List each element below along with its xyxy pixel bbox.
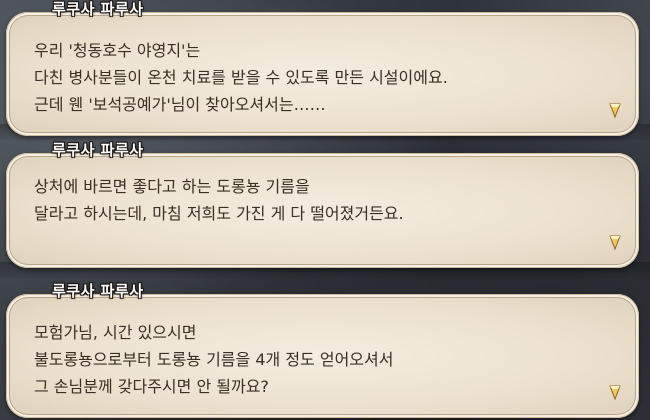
dialogue-box[interactable]: 루쿠사 파루사 모험가님, 시간 있으시면 불도롱뇽으로부터 도롱뇽 기름을 4… [6, 282, 639, 418]
dialogue-box[interactable]: 루쿠사 파루사 우리 '청동호수 야영지'는 다친 병사분들이 온천 치료를 받… [6, 0, 639, 136]
dialogue-line: 모험가님, 시간 있으시면 [34, 323, 197, 342]
dialogue-bubble[interactable]: 모험가님, 시간 있으시면 불도롱뇽으로부터 도롱뇽 기름을 4개 정도 얻어오… [6, 294, 639, 418]
dialogue-line: 달라고 하시는데, 마침 저희도 가진 게 다 떨어졌거든요. [34, 204, 404, 223]
dialogue-line: 우리 '청동호수 야영지'는 [34, 41, 201, 60]
dialogue-bubble[interactable]: 우리 '청동호수 야영지'는 다친 병사분들이 온천 치료를 받을 수 있도록 … [6, 12, 639, 136]
dialogue-line: 다친 병사분들이 온천 치료를 받을 수 있도록 만든 시설이에요. [34, 68, 448, 87]
dialogue-bubble[interactable]: 상처에 바르면 좋다고 하는 도롱뇽 기름을 달라고 하시는데, 마침 저희도 … [6, 153, 639, 268]
speaker-name: 루쿠사 파루사 [52, 141, 144, 159]
speaker-name: 루쿠사 파루사 [52, 0, 144, 18]
dialogue-line: 상처에 바르면 좋다고 하는 도롱뇽 기름을 [34, 177, 310, 196]
gem-next-icon[interactable] [609, 384, 621, 400]
speaker-name: 루쿠사 파루사 [52, 282, 144, 300]
dialogue-text: 모험가님, 시간 있으시면 불도롱뇽으로부터 도롱뇽 기름을 4개 정도 얻어오… [34, 319, 599, 400]
gem-next-icon[interactable] [609, 102, 621, 118]
dialogue-text: 상처에 바르면 좋다고 하는 도롱뇽 기름을 달라고 하시는데, 마침 저희도 … [34, 173, 599, 227]
dialogue-text: 우리 '청동호수 야영지'는 다친 병사분들이 온천 치료를 받을 수 있도록 … [34, 37, 599, 118]
dialogue-box[interactable]: 루쿠사 파루사 상처에 바르면 좋다고 하는 도롱뇽 기름을 달라고 하시는데,… [6, 141, 639, 269]
dialogue-line: 근데 웬 '보석공예가'님이 찾아오셔서는…… [34, 95, 326, 114]
dialogue-line: 그 손님분께 갖다주시면 안 될까요? [34, 377, 269, 396]
dialogue-line: 불도롱뇽으로부터 도롱뇽 기름을 4개 정도 얻어오셔서 [34, 350, 394, 369]
gem-next-icon[interactable] [609, 234, 621, 250]
